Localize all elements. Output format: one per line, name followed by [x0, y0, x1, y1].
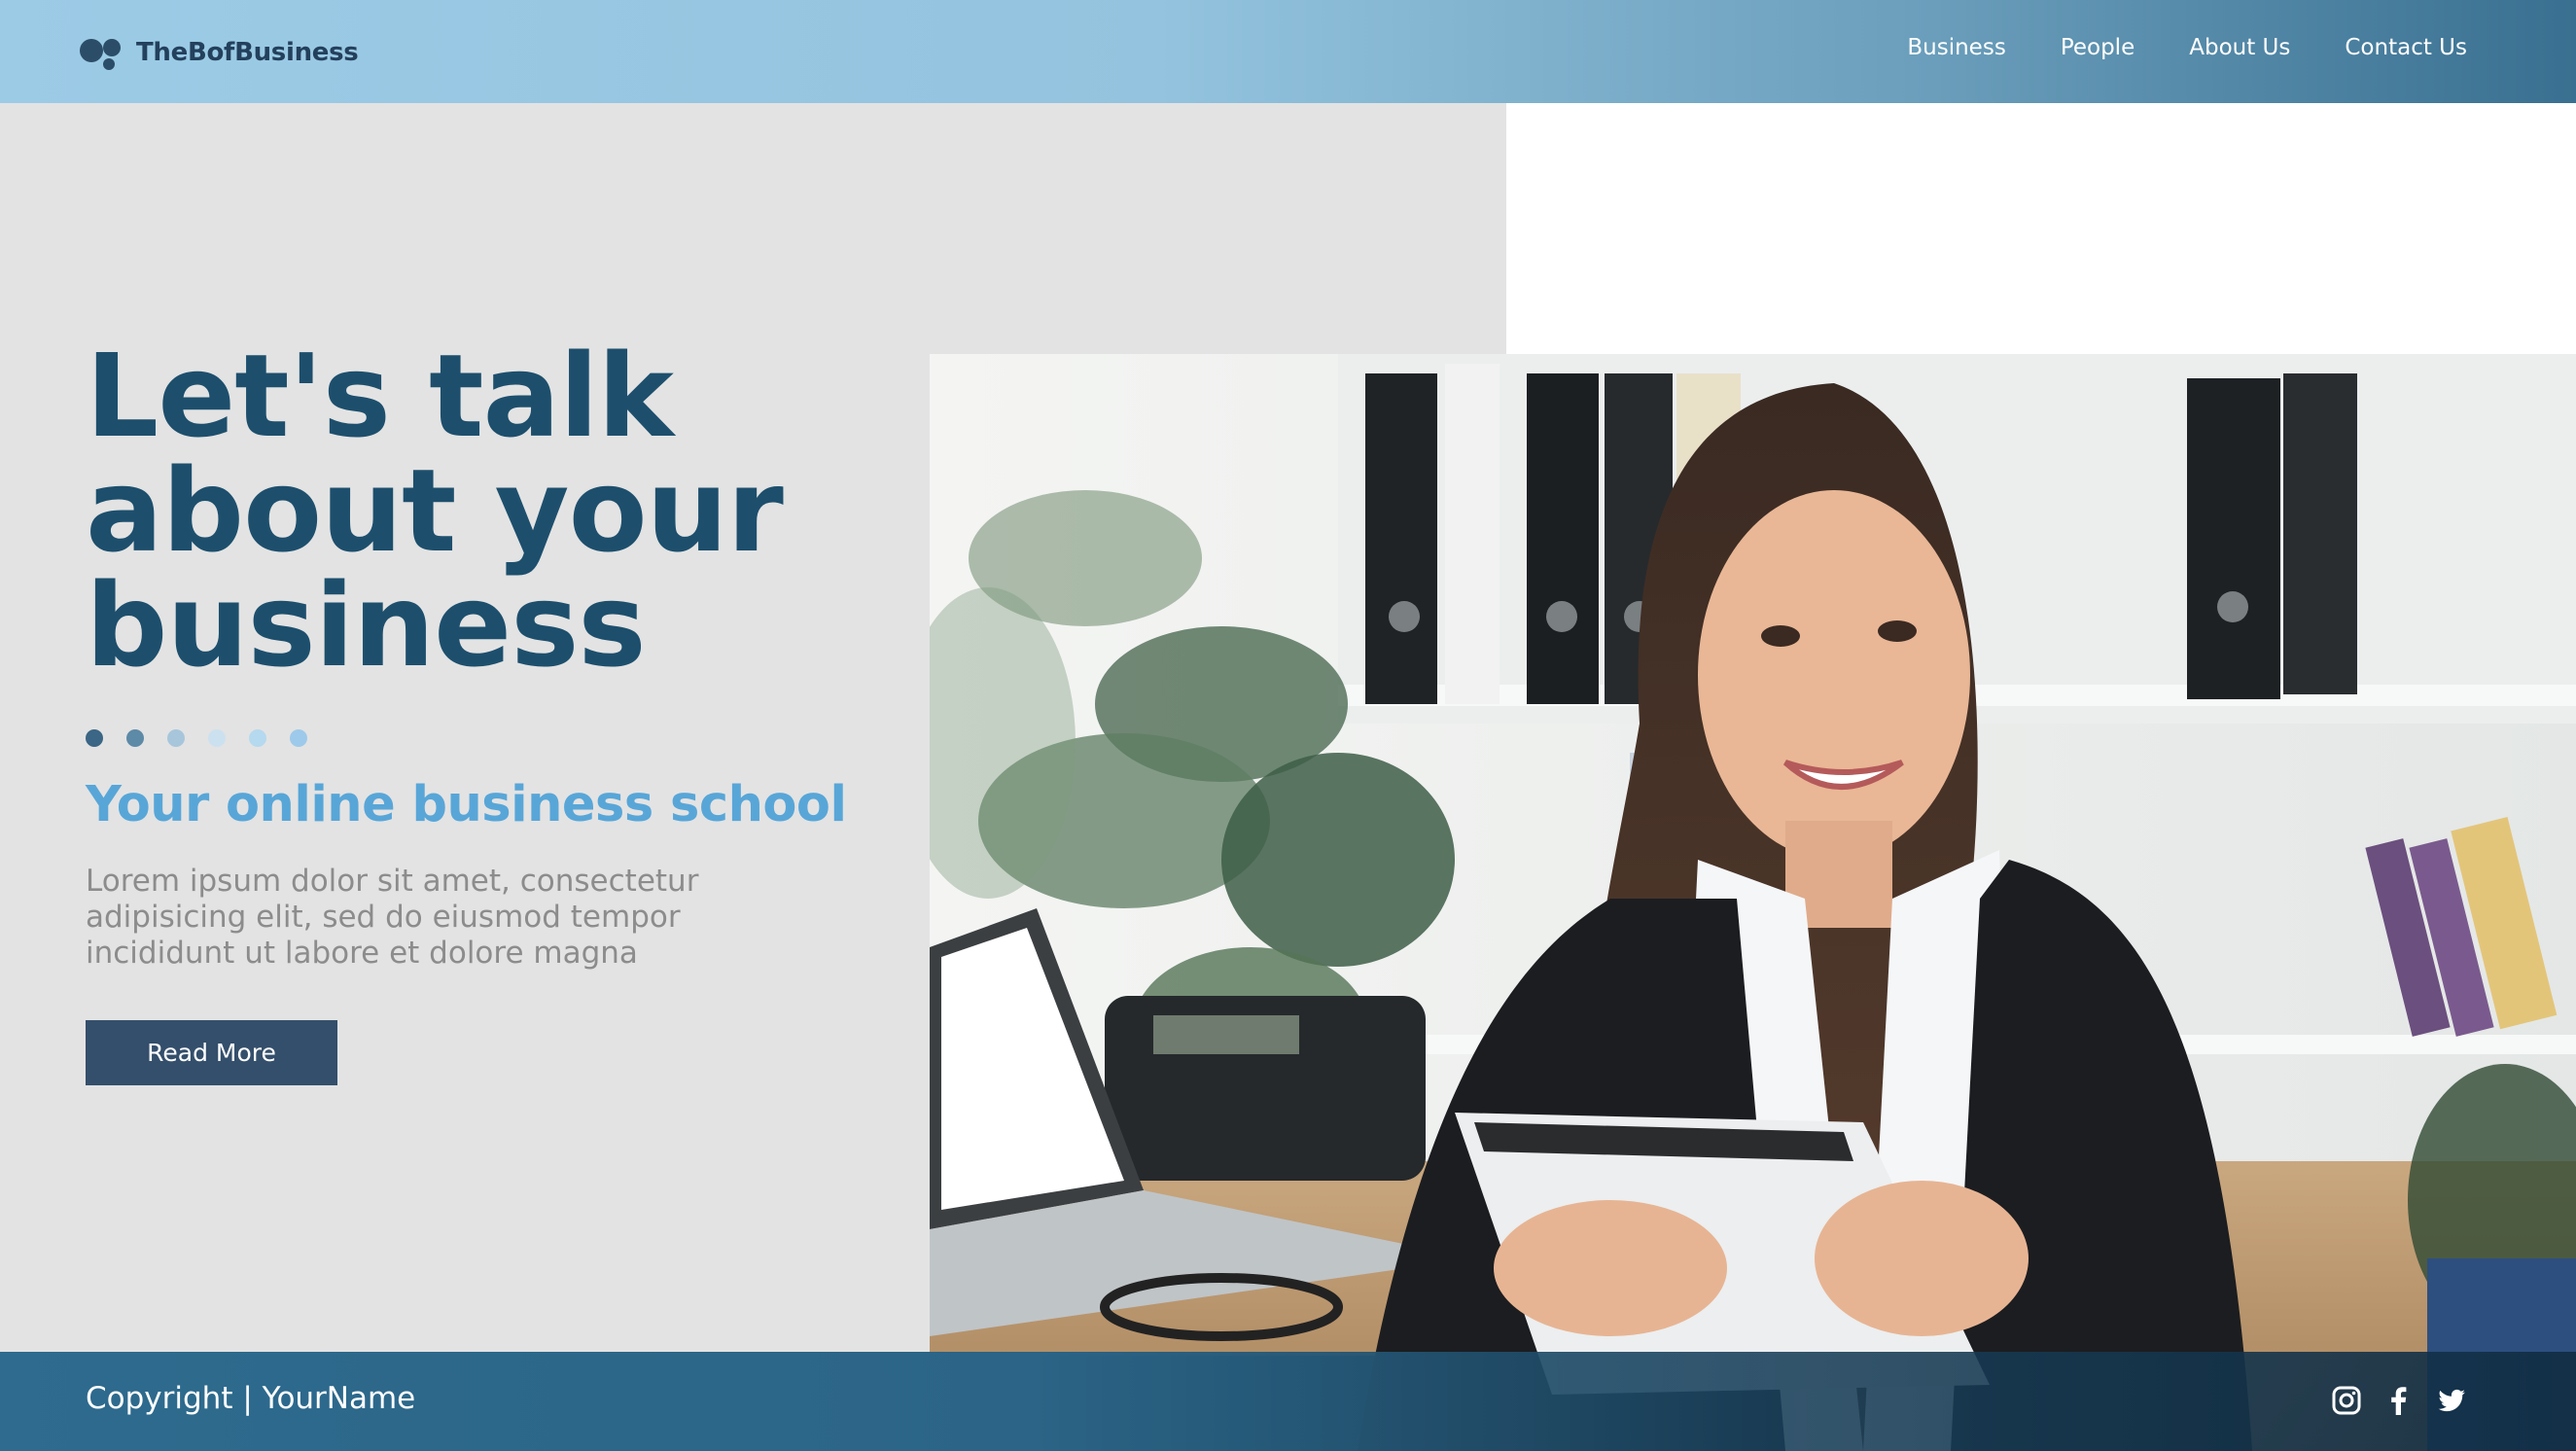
slider-dot[interactable] [86, 729, 103, 747]
slider-dot[interactable] [126, 729, 144, 747]
nav-item-about-us[interactable]: About Us [2189, 35, 2290, 60]
hero-subtitle: Your online business school [86, 776, 847, 833]
copyright-text: Copyright | YourName [86, 1381, 416, 1416]
slider-dot[interactable] [208, 729, 226, 747]
site-header: TheBofBusiness Business People About Us … [0, 0, 2576, 103]
hero-photo [930, 354, 2576, 1451]
slider-dot[interactable] [249, 729, 266, 747]
hero-description: Lorem ipsum dolor sit amet, consectetur … [86, 864, 699, 971]
slider-dot[interactable] [167, 729, 185, 747]
facebook-icon[interactable] [2383, 1385, 2415, 1416]
read-more-button[interactable]: Read More [86, 1020, 337, 1085]
twitter-icon[interactable] [2436, 1385, 2467, 1416]
logo-dots-icon [80, 33, 126, 72]
logo-text: TheBofBusiness [136, 38, 359, 67]
nav-item-contact-us[interactable]: Contact Us [2345, 35, 2467, 60]
social-links [2331, 1385, 2467, 1416]
slider-dots [86, 729, 307, 747]
main-nav: Business People About Us Contact Us [1907, 35, 2467, 60]
site-footer: Copyright | YourName [0, 1352, 2576, 1451]
decorative-white-block [1506, 103, 2576, 354]
slider-dot[interactable] [290, 729, 307, 747]
logo[interactable]: TheBofBusiness [80, 33, 359, 72]
nav-item-people[interactable]: People [2061, 35, 2135, 60]
hero-title: Let's talk about your business [86, 329, 784, 692]
nav-item-business[interactable]: Business [1907, 35, 2005, 60]
instagram-icon[interactable] [2331, 1385, 2362, 1416]
